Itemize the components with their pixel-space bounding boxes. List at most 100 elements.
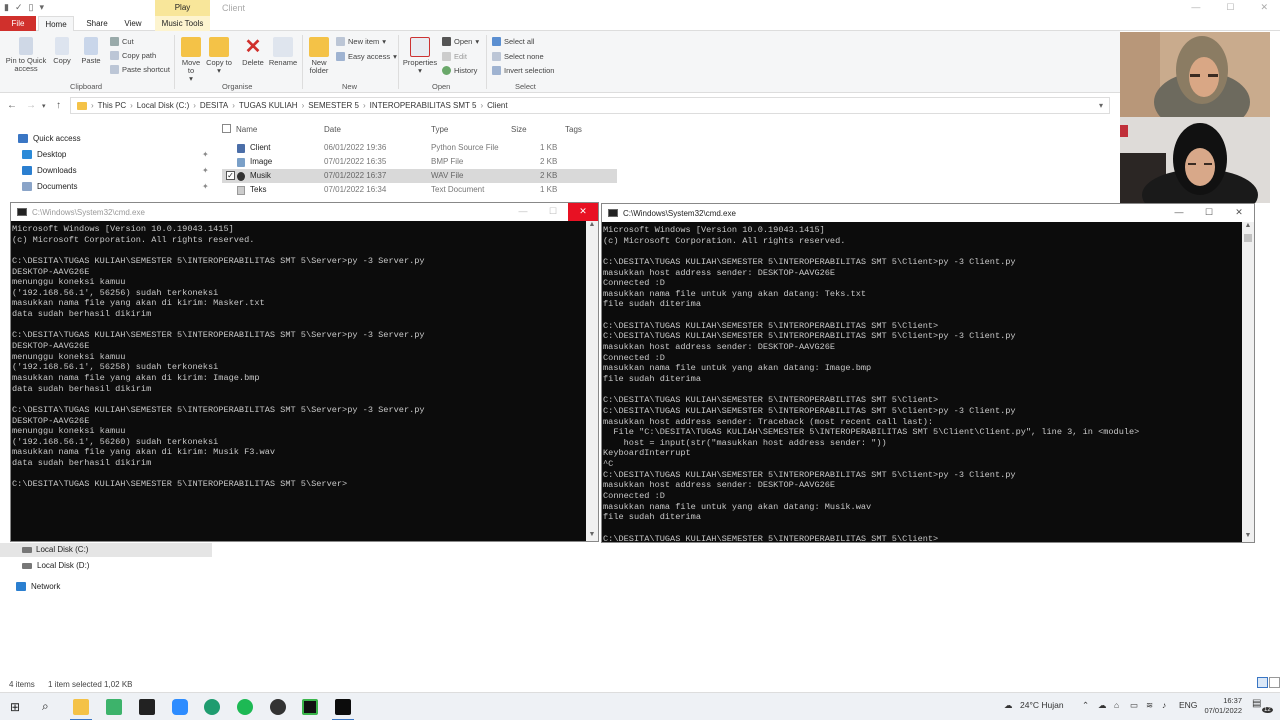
breadcrumb-item[interactable]: INTEROPERABILITAS SMT 5 [370, 101, 477, 110]
easy-access-button[interactable]: Easy access ▾ [336, 52, 397, 61]
scrollbar[interactable]: ▲ ▼ [586, 221, 598, 541]
notepad-icon[interactable] [139, 699, 155, 715]
column-name[interactable]: Name [236, 125, 257, 134]
address-bar[interactable]: › This PC › Local Disk (C:) › DESITA › T… [70, 97, 1110, 114]
tab-music-tools[interactable]: Music Tools [155, 16, 210, 31]
edge-icon[interactable] [204, 699, 220, 715]
maximize-icon[interactable]: ☐ [1226, 2, 1234, 13]
cmd-window-client[interactable]: C:\Windows\System32\cmd.exe — ☐ ✕ Micros… [601, 203, 1255, 543]
edit-button[interactable]: Edit [442, 52, 467, 61]
pin-icon[interactable]: ✦ [202, 182, 209, 191]
chevron-down-icon[interactable]: ▾ [39, 2, 44, 13]
battery-icon[interactable]: ▭ [1130, 700, 1138, 711]
cmd-window-server[interactable]: C:\Windows\System32\cmd.exe — ☐ ✕ Micros… [10, 202, 599, 542]
nav-downloads[interactable]: Downloads [22, 166, 77, 175]
select-all-button[interactable]: Select all [492, 37, 534, 46]
nav-quick-access[interactable]: Quick access [18, 134, 81, 143]
search-icon[interactable]: ⌕ [42, 699, 49, 714]
tiles-view-icon[interactable] [1269, 677, 1280, 688]
nav-documents[interactable]: Documents [22, 182, 77, 191]
column-type[interactable]: Type [431, 125, 448, 134]
file-row[interactable]: Client 06/01/2022 19:36 Python Source Fi… [222, 141, 617, 155]
terminal-icon[interactable] [335, 699, 351, 715]
column-tags[interactable]: Tags [565, 125, 582, 134]
weather-icon[interactable]: ☁ [1004, 700, 1013, 711]
select-all-checkbox[interactable] [222, 124, 231, 133]
close-icon[interactable]: ✕ [568, 203, 598, 221]
properties-button[interactable]: Properties ▾ [402, 37, 438, 75]
console-output[interactable]: Microsoft Windows [Version 10.0.19043.14… [602, 222, 1242, 542]
zoom-icon[interactable] [172, 699, 188, 715]
scroll-up-icon[interactable]: ▲ [1242, 222, 1254, 232]
recent-chevron-icon[interactable]: ▾ [42, 102, 46, 110]
pin-icon[interactable]: ✦ [202, 150, 209, 159]
volume-icon[interactable]: ♪ [1162, 700, 1166, 710]
copy-path-button[interactable]: Copy path [110, 51, 156, 60]
breadcrumb-item[interactable]: This PC [98, 101, 126, 110]
scrollbar[interactable]: ▲ ▼ [1242, 222, 1254, 542]
invert-selection-button[interactable]: Invert selection [492, 66, 554, 75]
breadcrumb-item[interactable]: Local Disk (C:) [137, 101, 189, 110]
cmd-titlebar[interactable]: C:\Windows\System32\cmd.exe [602, 204, 1254, 222]
app-icon[interactable] [106, 699, 122, 715]
app-icon[interactable] [270, 699, 286, 715]
pin-quick-access-button[interactable]: Pin to Quick access [4, 37, 48, 73]
language-indicator[interactable]: ENG [1179, 700, 1197, 710]
scroll-up-icon[interactable]: ▲ [586, 221, 598, 231]
scroll-down-icon[interactable]: ▼ [586, 531, 598, 541]
spotify-icon[interactable] [237, 699, 253, 715]
move-to-button[interactable]: Move to ▾ [178, 37, 204, 83]
file-explorer-icon[interactable] [73, 699, 89, 715]
minimize-icon[interactable]: — [1164, 204, 1194, 222]
pycharm-icon[interactable] [302, 699, 318, 715]
windows-start-icon[interactable]: ⊞ [10, 700, 20, 714]
back-arrow-icon[interactable]: ← [7, 100, 17, 111]
tab-share[interactable]: Share [82, 16, 112, 31]
wifi-icon[interactable]: ≋ [1146, 700, 1153, 711]
maximize-icon[interactable]: ☐ [1194, 204, 1224, 222]
network-icon[interactable]: ⌂ [1114, 700, 1119, 710]
minimize-icon[interactable]: — [508, 203, 538, 221]
open-button[interactable]: Open ▾ [442, 37, 479, 46]
chevron-down-icon[interactable]: ▾ [1099, 101, 1103, 110]
tab-home[interactable]: Home [38, 16, 74, 31]
breadcrumb-item[interactable]: DESITA [200, 101, 228, 110]
breadcrumb-item[interactable]: SEMESTER 5 [308, 101, 359, 110]
column-date[interactable]: Date [324, 125, 341, 134]
scroll-thumb[interactable] [1244, 234, 1252, 242]
close-icon[interactable]: ✕ [1260, 2, 1268, 13]
maximize-icon[interactable]: ☐ [538, 203, 568, 221]
weather-text[interactable]: 24°C Hujan [1020, 700, 1064, 710]
tab-file[interactable]: File [0, 16, 36, 31]
nav-local-disk-c[interactable]: Local Disk (C:) [0, 543, 212, 557]
nav-desktop[interactable]: Desktop [22, 150, 66, 159]
checkbox-checked[interactable]: ✓ [226, 171, 235, 180]
tab-view[interactable]: View [118, 16, 148, 31]
clock[interactable]: 16:37 07/01/2022 [1204, 696, 1242, 716]
file-row-selected[interactable]: ✓ Musik 07/01/2022 16:37 WAV File 2 KB [222, 169, 617, 183]
chevron-up-icon[interactable]: ⌃ [1082, 700, 1089, 711]
select-none-button[interactable]: Select none [492, 52, 544, 61]
forward-arrow-icon[interactable]: → [26, 100, 36, 111]
quick-access-toolbar[interactable]: ▮ ✓ ▯ ▾ [4, 2, 44, 13]
rename-button[interactable]: Rename [268, 37, 298, 67]
paste-button[interactable]: Paste [78, 37, 104, 65]
copy-to-button[interactable]: Copy to ▾ [206, 37, 232, 75]
paste-shortcut-button[interactable]: Paste shortcut [110, 65, 170, 74]
checkmark-icon[interactable]: ✓ [15, 2, 23, 13]
column-size[interactable]: Size [511, 125, 527, 134]
copy-button[interactable]: Copy [50, 37, 74, 65]
notification-icon[interactable]: ▤ [1252, 698, 1261, 709]
up-arrow-icon[interactable]: ↑ [56, 100, 61, 111]
breadcrumb-item[interactable]: Client [487, 101, 507, 110]
cloud-icon[interactable]: ☁ [1098, 700, 1107, 711]
cut-button[interactable]: Cut [110, 37, 134, 46]
new-folder-button[interactable]: New folder [306, 37, 332, 75]
breadcrumb-item[interactable]: TUGAS KULIAH [239, 101, 298, 110]
history-button[interactable]: History [442, 66, 477, 75]
nav-network[interactable]: Network [16, 582, 60, 591]
console-output[interactable]: Microsoft Windows [Version 10.0.19043.14… [11, 221, 586, 541]
delete-button[interactable]: ✕ Delete [238, 37, 268, 67]
pin-icon[interactable]: ✦ [202, 166, 209, 175]
file-row[interactable]: Teks 07/01/2022 16:34 Text Document 1 KB [222, 183, 617, 197]
